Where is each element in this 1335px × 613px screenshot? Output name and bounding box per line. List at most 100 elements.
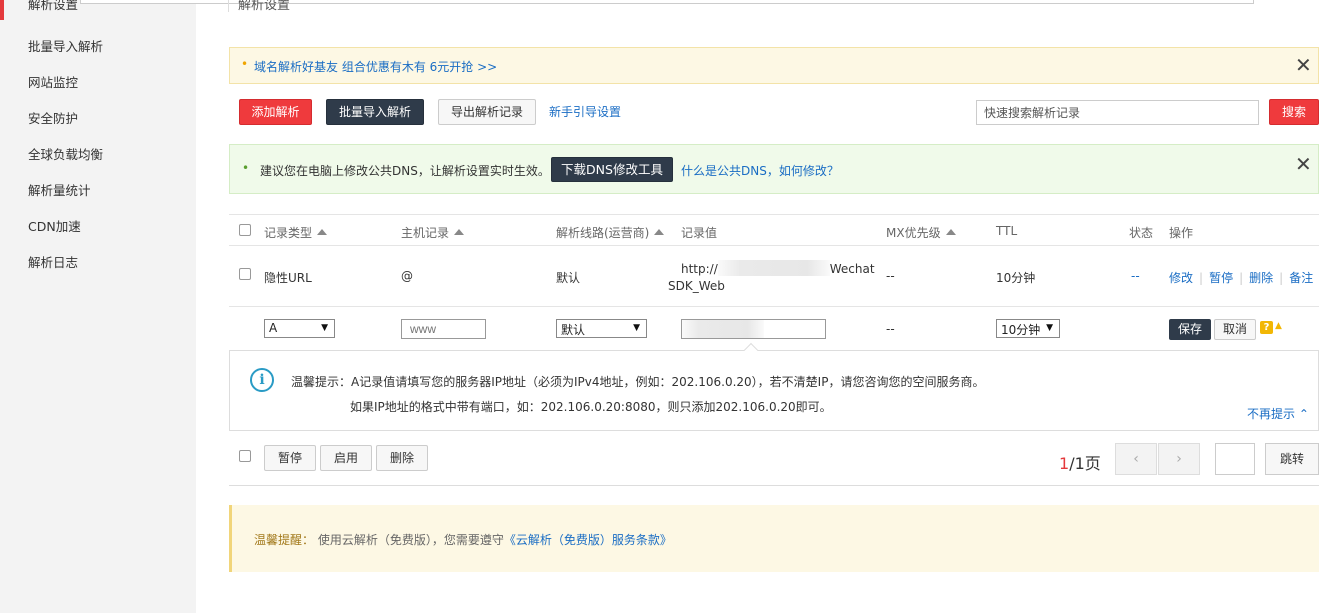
sort-up-icon bbox=[654, 229, 665, 235]
tip-label: 温馨提示： bbox=[291, 375, 352, 389]
bulk-select-checkbox[interactable] bbox=[239, 450, 251, 462]
line-select[interactable]: 默认 ▼ bbox=[556, 319, 647, 338]
sidebar-item-site-monitor[interactable]: 网站监控 bbox=[28, 72, 78, 91]
edit-row: A▼ 默认▼ -- 10分钟▼ bbox=[229, 307, 1319, 351]
dns-notice-text: 建议您在电脑上修改公共DNS，让解析设置实时生效。 bbox=[260, 164, 550, 178]
bullet-icon: • bbox=[241, 57, 249, 71]
jump-button[interactable]: 跳转 bbox=[1265, 443, 1319, 475]
chevron-right-icon: › bbox=[1176, 451, 1182, 467]
bulk-delete-button[interactable]: 删除 bbox=[376, 445, 428, 471]
terms-link[interactable]: 《云解析（免费版）服务条款》 bbox=[504, 533, 672, 547]
sort-up-icon bbox=[945, 229, 956, 235]
page-current: 1 bbox=[1059, 454, 1070, 473]
terms-notice: 温馨提醒： 使用云解析（免费版），您需要遵守《云解析（免费版）服务条款》 bbox=[229, 505, 1319, 572]
promo-notice: • 域名解析好基友 组合优惠有木有 6元开抢 >> ✕ bbox=[229, 47, 1319, 84]
header-ttl: TTL bbox=[996, 224, 1018, 238]
record-type-value: A bbox=[269, 321, 278, 335]
delete-link[interactable]: 删除 bbox=[1249, 271, 1273, 285]
save-button[interactable]: 保存 bbox=[1169, 319, 1211, 340]
table-row: 隐性URL @ 默认 http:// Wechat SDK_Web -- 10分钟… bbox=[229, 246, 1319, 307]
header-value: 记录值 bbox=[681, 226, 718, 240]
header-mx-label: MX优先级 bbox=[886, 226, 941, 240]
search-button[interactable]: 搜索 bbox=[1269, 99, 1319, 125]
sidebar-active-indicator bbox=[0, 0, 4, 20]
header-mx[interactable]: MX优先级 bbox=[886, 224, 956, 241]
dropdown-arrow-icon: ▼ bbox=[1046, 323, 1053, 333]
sidebar-item-cdn[interactable]: CDN加速 bbox=[28, 216, 81, 235]
caret-up-icon[interactable]: ▲ bbox=[1275, 321, 1282, 331]
terms-label: 温馨提醒： bbox=[254, 533, 315, 547]
sidebar-item-load-balance[interactable]: 全球负载均衡 bbox=[28, 144, 103, 163]
row-type: 隐性URL bbox=[264, 271, 312, 285]
edit-link[interactable]: 修改 bbox=[1169, 271, 1193, 285]
header-host[interactable]: 主机记录 bbox=[401, 224, 465, 241]
terms-text: 温馨提醒： 使用云解析（免费版），您需要遵守《云解析（免费版）服务条款》 bbox=[254, 531, 672, 548]
sidebar-item-security[interactable]: 安全防护 bbox=[28, 108, 78, 127]
info-icon: i bbox=[250, 368, 274, 392]
public-dns-help-link[interactable]: 什么是公共DNS，如何修改？ bbox=[681, 162, 839, 179]
header-type[interactable]: 记录类型 bbox=[264, 224, 328, 241]
pause-link[interactable]: 暂停 bbox=[1209, 271, 1233, 285]
close-icon[interactable]: ✕ bbox=[1295, 55, 1312, 75]
chevron-up-icon: ⌃ bbox=[1298, 407, 1309, 421]
tip-text-1: A记录值请填写您的服务器IP地址（必须为IPv4地址，例如：202.106.0.… bbox=[351, 375, 985, 389]
add-record-button[interactable]: 添加解析 bbox=[239, 99, 312, 125]
prev-page-button[interactable]: ‹ bbox=[1115, 443, 1157, 475]
sidebar: 解析设置 批量导入解析 网站监控 安全防护 全球负载均衡 解析量统计 CDN加速… bbox=[0, 0, 196, 613]
sidebar-item-dns-settings[interactable]: 解析设置 bbox=[28, 0, 78, 13]
value-input[interactable] bbox=[681, 319, 826, 339]
header-host-label: 主机记录 bbox=[401, 226, 450, 240]
row-checkbox[interactable] bbox=[239, 268, 251, 280]
redacted-block bbox=[682, 320, 764, 338]
row-host: @ bbox=[401, 269, 413, 283]
sidebar-item-batch-import[interactable]: 批量导入解析 bbox=[28, 36, 103, 55]
row-line: 默认 bbox=[556, 271, 581, 285]
dismiss-tip-link[interactable]: 不再提示 ⌃ bbox=[1247, 405, 1309, 422]
batch-import-button[interactable]: 批量导入解析 bbox=[326, 99, 424, 125]
help-icon[interactable]: ? bbox=[1260, 321, 1273, 334]
close-icon[interactable]: ✕ bbox=[1295, 154, 1312, 174]
header-line-label: 解析线路(运营商) bbox=[556, 226, 650, 240]
terms-body: 使用云解析（免费版），您需要遵守 bbox=[317, 533, 504, 547]
row-value-suffix: Wechat bbox=[829, 262, 875, 276]
page-title: 解析设置 bbox=[238, 0, 291, 13]
header-line[interactable]: 解析线路(运营商) bbox=[556, 224, 665, 241]
host-input[interactable] bbox=[401, 319, 486, 339]
line-value: 默认 bbox=[561, 323, 586, 337]
cancel-button[interactable]: 取消 bbox=[1214, 319, 1256, 340]
page-number-input[interactable] bbox=[1215, 443, 1255, 475]
search-input[interactable] bbox=[976, 100, 1259, 125]
chevron-left-icon: ‹ bbox=[1133, 451, 1139, 467]
dropdown-arrow-icon: ▼ bbox=[321, 323, 328, 333]
dismiss-tip-label: 不再提示 bbox=[1247, 407, 1296, 421]
sidebar-item-logs[interactable]: 解析日志 bbox=[28, 252, 78, 271]
header-status: 状态 bbox=[1129, 226, 1154, 240]
ttl-value: 10分钟 bbox=[1001, 323, 1041, 337]
pager-bar: 暂停 启用 删除 1/1页 ‹ › 跳转 bbox=[229, 431, 1319, 486]
promo-link[interactable]: 域名解析好基友 组合优惠有木有 6元开抢 >> bbox=[254, 58, 497, 75]
page-total: /1页 bbox=[1069, 454, 1101, 473]
edit-mx: -- bbox=[886, 322, 895, 336]
ttl-select[interactable]: 10分钟 ▼ bbox=[996, 319, 1060, 338]
remark-link[interactable]: 备注 bbox=[1289, 271, 1313, 285]
dropdown-arrow-icon: ▼ bbox=[633, 323, 640, 333]
guide-settings-link[interactable]: 新手引导设置 bbox=[549, 103, 621, 120]
row-value: http:// Wechat bbox=[681, 260, 875, 276]
row-ttl: 10分钟 bbox=[996, 271, 1036, 285]
header-type-label: 记录类型 bbox=[264, 226, 313, 240]
dns-notice: • 建议您在电脑上修改公共DNS，让解析设置实时生效。 下载DNS修改工具 什么… bbox=[229, 144, 1319, 194]
table-header: 记录类型 主机记录 解析线路(运营商) 记录值 MX优先级 TTL 状态 操作 bbox=[229, 214, 1319, 246]
next-page-button[interactable]: › bbox=[1158, 443, 1200, 475]
sidebar-item-stats[interactable]: 解析量统计 bbox=[28, 180, 91, 199]
row-value-line2: SDK_Web bbox=[668, 279, 725, 293]
export-records-button[interactable]: 导出解析记录 bbox=[438, 99, 536, 125]
row-mx: -- bbox=[886, 269, 895, 283]
bulk-pause-button[interactable]: 暂停 bbox=[264, 445, 316, 471]
record-type-select[interactable]: A ▼ bbox=[264, 319, 335, 338]
heading-divider bbox=[228, 0, 229, 12]
select-all-checkbox[interactable] bbox=[239, 224, 251, 236]
page-indicator: 1/1页 bbox=[1059, 450, 1101, 474]
download-dns-tool-button[interactable]: 下载DNS修改工具 bbox=[551, 157, 673, 182]
bulk-enable-button[interactable]: 启用 bbox=[320, 445, 372, 471]
divider: | bbox=[1279, 271, 1284, 285]
